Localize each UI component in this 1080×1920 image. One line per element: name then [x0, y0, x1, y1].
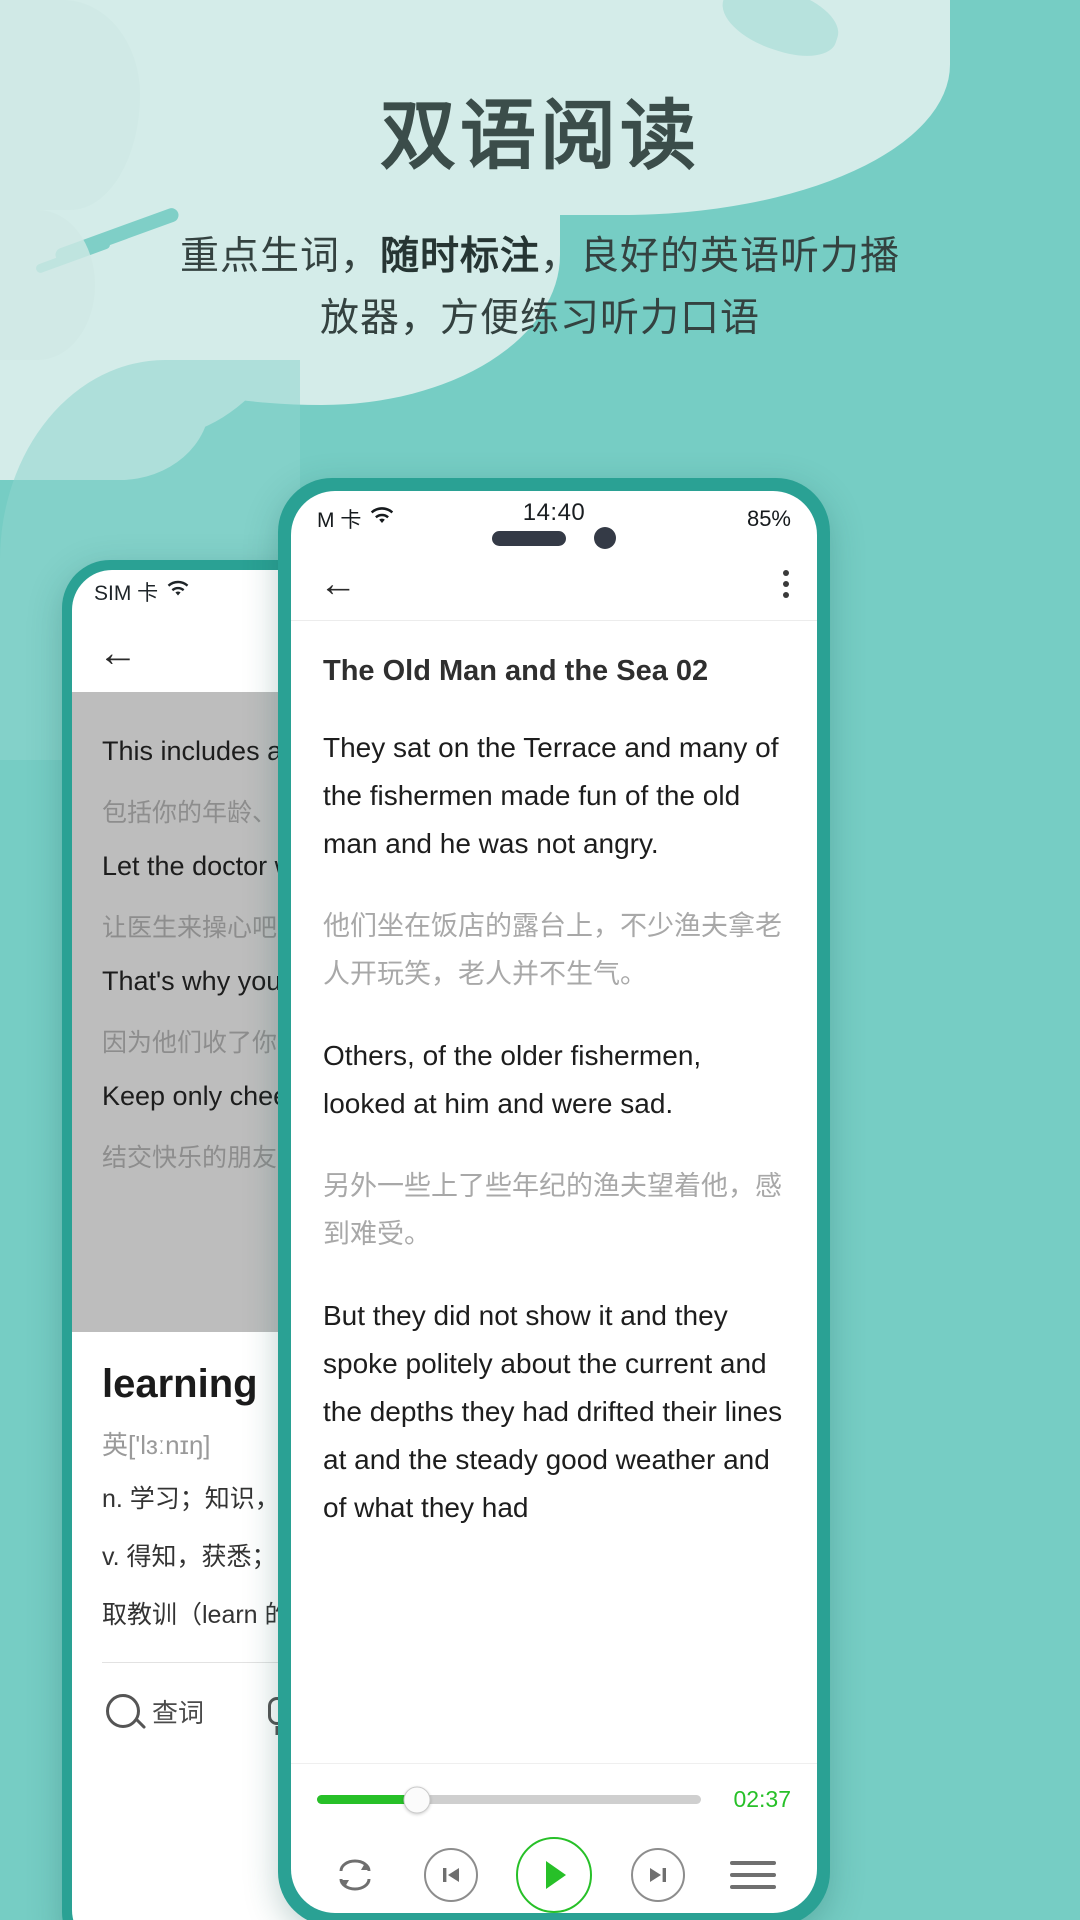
status-bar-clock: 14:40: [522, 499, 586, 526]
paragraph-chinese: 另外一些上了些年纪的渔夫望着他，感到难受。: [323, 1171, 782, 1249]
promo-screen: 双语阅读 重点生词，随时标注，良好的英语听力播 放器，方便练习听力口语 SIM …: [0, 0, 1080, 1920]
dictionary-word: learning: [102, 1362, 258, 1406]
back-arrow-icon[interactable]: ←: [98, 633, 138, 673]
wifi-icon: [166, 580, 190, 604]
subtitle-segment-2: ，良好的英语听力播: [540, 235, 901, 278]
page-subtitle: 重点生词，随时标注，良好的英语听力播 放器，方便练习听力口语: [72, 226, 1008, 350]
front-camera-dot: [594, 527, 616, 549]
kebab-menu-icon[interactable]: [783, 569, 789, 598]
tab-lookup-label: 查词: [152, 1697, 205, 1728]
subtitle-emphasis: 随时标注: [379, 235, 540, 278]
progress-slider[interactable]: [317, 1786, 701, 1813]
seek-row: 02:37: [317, 1786, 791, 1813]
paragraph-english[interactable]: But they did not show it and they spoke …: [323, 1292, 785, 1532]
status-bar: M 卡 14:40 85%: [291, 491, 817, 549]
earpiece-pill: [492, 530, 566, 546]
repeat-icon[interactable]: [325, 1848, 385, 1902]
subtitle-segment-1: 重点生词，: [179, 235, 380, 278]
phone-mockup-primary: M 卡 14:40 85% ← The Old Man and the Sea …: [278, 478, 830, 1920]
back-arrow-icon[interactable]: ←: [319, 565, 357, 603]
paragraph-chinese: 他们坐在饭店的露台上，不少渔夫拿老人开玩笑，老人并不生气。: [323, 911, 782, 989]
primary-phone-screen: M 卡 14:40 85% ← The Old Man and the Sea …: [291, 491, 817, 1913]
player-controls: [317, 1813, 791, 1913]
play-icon[interactable]: [516, 1837, 592, 1913]
paragraph-english[interactable]: They sat on the Terrace and many of the …: [323, 724, 785, 868]
time-label: 02:37: [733, 1786, 791, 1812]
brush-streak-c: [713, 0, 847, 68]
notch-pill-group: [291, 527, 817, 549]
app-bar: ←: [291, 547, 817, 621]
skip-next-icon[interactable]: [630, 1848, 685, 1902]
secondary-carrier-label: SIM 卡: [94, 582, 159, 605]
progress-thumb[interactable]: [403, 1786, 431, 1813]
progress-fill: [317, 1795, 417, 1804]
reader-content: The Old Man and the Sea 02 They sat on t…: [291, 621, 817, 1763]
article-title: The Old Man and the Sea 02: [323, 655, 709, 687]
subtitle-line-2: 放器，方便练习听力口语: [319, 297, 760, 340]
tab-lookup[interactable]: 查词: [106, 1693, 204, 1730]
search-icon: [106, 1694, 140, 1728]
hamburger-menu-icon[interactable]: [723, 1848, 783, 1902]
page-title: 双语阅读: [380, 94, 700, 179]
paragraph-english[interactable]: Others, of the older fishermen, looked a…: [323, 1032, 785, 1128]
skip-previous-icon[interactable]: [423, 1848, 478, 1902]
audio-player: 02:37: [291, 1763, 817, 1913]
